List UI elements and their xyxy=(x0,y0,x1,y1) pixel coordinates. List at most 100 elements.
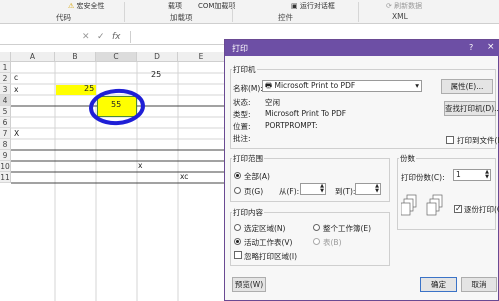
cancel-button[interactable]: 取消 xyxy=(461,277,497,292)
row-header-7[interactable]: 7 xyxy=(0,128,11,139)
print-what-legend: 打印内容 xyxy=(232,207,264,218)
comment-label: 批注: xyxy=(233,134,251,143)
cell-e11[interactable]: xc xyxy=(180,172,188,181)
cell-d10[interactable]: x xyxy=(138,161,142,170)
ignore-print-area-checkbox[interactable] xyxy=(234,251,242,259)
formula-divider xyxy=(130,31,131,43)
copies-input[interactable]: 1 ▲ ▼ xyxy=(453,169,491,181)
print-to-file-label: 打印到文件(L) xyxy=(457,136,499,145)
table-radio[interactable] xyxy=(313,238,320,245)
preview-button[interactable]: 预览(W) xyxy=(232,277,266,292)
warning-icon: ⚠ xyxy=(68,2,75,10)
chevron-down-icon: ▾ xyxy=(415,81,419,90)
select-all-corner[interactable] xyxy=(0,52,11,62)
ribbon-divider xyxy=(358,2,359,22)
addins-button[interactable]: 载项 xyxy=(168,1,182,11)
spinner-icon[interactable]: ▲ ▼ xyxy=(485,170,489,180)
workbook-radio[interactable] xyxy=(313,224,320,231)
com-addins-button[interactable]: COM加载项 xyxy=(198,1,235,11)
row-header-1[interactable]: 1 xyxy=(0,62,11,73)
copies-label: 打印份数(C): xyxy=(401,173,445,182)
status-value: 空闲 xyxy=(265,98,280,107)
group-xml-label: XML xyxy=(392,12,408,21)
column-header-e[interactable]: E xyxy=(178,52,225,62)
column-header-a[interactable]: A xyxy=(11,52,55,62)
dialog-icon: ▣ xyxy=(291,2,298,10)
row-header-6[interactable]: 6 xyxy=(0,117,11,128)
where-label: 位置: xyxy=(233,122,251,131)
worksheet-grid[interactable]: A B C D E 1 2 3 4 5 6 7 8 9 10 11 c 25 x… xyxy=(0,52,225,301)
run-dialog-button[interactable]: ▣ 运行对话框 xyxy=(291,1,335,11)
selection-label: 选定区域(N) xyxy=(244,224,286,233)
from-label: 从(F): xyxy=(279,187,300,196)
workbook-label: 整个工作簿(E) xyxy=(323,224,372,233)
refresh-data-button[interactable]: ⟳ 刷新数据 xyxy=(386,1,422,11)
row-header-5[interactable]: 5 xyxy=(0,106,11,117)
ribbon-divider xyxy=(124,2,125,22)
row-header-4[interactable]: 4 xyxy=(0,95,11,106)
printer-name-select[interactable]: 🖶 Microsoft Print to PDF ▾ xyxy=(262,80,422,92)
formula-bar: ✕ ✓ fx xyxy=(0,31,230,45)
cancel-icon[interactable]: ✕ xyxy=(82,32,90,42)
print-dialog: 打印 ? × 打印机 名称(M): 🖶 Microsoft Print to P… xyxy=(224,39,499,301)
refresh-icon: ⟳ xyxy=(386,2,392,10)
active-sheet-radio[interactable] xyxy=(234,238,241,245)
row-header-10[interactable]: 10 xyxy=(0,161,11,172)
collate-pages-icon xyxy=(401,194,443,216)
all-pages-label: 全部(A) xyxy=(244,172,270,181)
column-header-d[interactable]: D xyxy=(137,52,178,62)
cell-a2[interactable]: c xyxy=(14,73,18,82)
active-sheet-label: 活动工作表(V) xyxy=(244,238,293,247)
page-range-label: 页(G) xyxy=(244,187,264,196)
from-page-input[interactable]: ▲ ▼ xyxy=(300,183,326,195)
printer-icon: 🖶 xyxy=(265,81,273,90)
help-icon[interactable]: ? xyxy=(469,43,473,52)
group-code-label: 代码 xyxy=(56,13,71,22)
printer-legend: 打印机 xyxy=(232,64,257,75)
copies-legend: 份数 xyxy=(399,153,416,164)
ink-circle-annotation xyxy=(89,88,145,126)
ok-button[interactable]: 确定 xyxy=(420,277,457,292)
dialog-title-bar: 打印 ? × xyxy=(225,40,499,56)
row-header-8[interactable]: 8 xyxy=(0,139,11,150)
all-pages-radio[interactable] xyxy=(234,172,241,179)
properties-button[interactable]: 属性(E)... xyxy=(441,79,493,94)
row-header-11[interactable]: 11 xyxy=(0,172,11,183)
macro-security-button[interactable]: ⚠ 宏安全性 xyxy=(68,1,105,11)
collate-checkbox[interactable]: ✓ xyxy=(454,204,462,213)
close-icon[interactable]: × xyxy=(487,42,495,52)
page-range-radio[interactable] xyxy=(234,187,241,194)
row-header-2[interactable]: 2 xyxy=(0,73,11,84)
collate-label: 逐份打印(O) xyxy=(464,205,499,214)
spinner-icon[interactable]: ▲ ▼ xyxy=(375,184,379,194)
table-label: 表(B) xyxy=(323,238,342,247)
status-label: 状态: xyxy=(233,98,251,107)
find-printer-button[interactable]: 查找打印机(D)... xyxy=(444,101,499,116)
cell-a3[interactable]: x xyxy=(14,85,18,94)
cell-e2[interactable]: 25 xyxy=(151,70,161,79)
column-header-c[interactable]: C xyxy=(96,52,137,62)
group-controls-label: 控件 xyxy=(278,13,293,22)
print-to-file-checkbox[interactable] xyxy=(446,136,454,144)
row-header-9[interactable]: 9 xyxy=(0,150,11,161)
name-label: 名称(M): xyxy=(233,84,263,93)
fx-icon[interactable]: fx xyxy=(112,32,121,42)
confirm-icon[interactable]: ✓ xyxy=(97,32,105,42)
print-range-legend: 打印范围 xyxy=(232,153,264,164)
where-value: PORTPROMPT: xyxy=(265,121,318,130)
column-header-b[interactable]: B xyxy=(55,52,96,62)
excel-window: ⚠ 宏安全性 载项 COM加载项 ▣ 运行对话框 ⟳ 刷新数据 代码 加载项 控… xyxy=(0,0,499,301)
dialog-title: 打印 xyxy=(232,44,248,53)
ignore-print-area-label: 忽略打印区域(I) xyxy=(244,252,298,261)
ribbon: ⚠ 宏安全性 载项 COM加载项 ▣ 运行对话框 ⟳ 刷新数据 代码 加载项 控… xyxy=(0,0,499,24)
spinner-icon[interactable]: ▲ ▼ xyxy=(320,184,324,194)
to-page-input[interactable]: ▲ ▼ xyxy=(355,183,381,195)
group-addins-label: 加载项 xyxy=(170,13,193,22)
cell-a7[interactable]: X xyxy=(14,129,19,138)
row-header-3[interactable]: 3 xyxy=(0,84,11,95)
selection-radio[interactable] xyxy=(234,224,241,231)
ribbon-divider xyxy=(232,2,233,22)
checkmark-icon: ✓ xyxy=(455,204,462,213)
type-value: Microsoft Print To PDF xyxy=(265,109,347,118)
type-label: 类型: xyxy=(233,110,251,119)
